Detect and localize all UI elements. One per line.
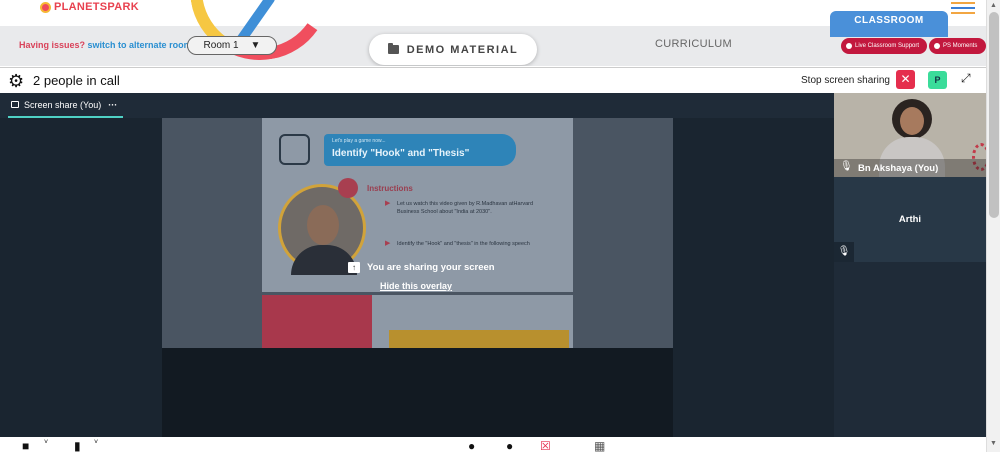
support-icon <box>846 43 852 49</box>
screen-share-icon <box>11 101 19 108</box>
participant-name: Bn Akshaya (You) <box>858 163 939 174</box>
camera-icon[interactable]: ■ <box>22 440 29 452</box>
stop-share-screen-icon[interactable]: ☒ <box>540 440 551 452</box>
top-header: PLANETSPARK Having issues? switch to alt… <box>0 0 1000 66</box>
room-select[interactable]: Room 1 ▼ <box>187 36 277 55</box>
demo-material-button[interactable]: DEMO MATERIAL <box>369 34 537 65</box>
sharing-message: You are sharing your screen <box>367 262 495 273</box>
page-scrollbar[interactable]: ▲ ▼ <box>986 0 1000 452</box>
share-upload-icon: ↑ <box>348 262 360 273</box>
instructions-heading: Instructions <box>367 184 413 193</box>
planetspark-logo[interactable]: PLANETSPARK <box>40 0 139 14</box>
screen-share-tab[interactable]: Screen share (You) ··· <box>8 93 123 118</box>
scroll-up-icon[interactable]: ▲ <box>990 2 997 9</box>
folder-icon <box>387 43 399 54</box>
meeting-area: Screen share (You) ··· Let's play a game… <box>0 93 986 437</box>
issues-label: Having issues? <box>19 40 86 50</box>
instruction-bullet-1: Let us watch this video given by R.Madha… <box>385 200 547 216</box>
bottom-controls: ■ ˅ ▮ ˅ ● ● ☒ ▦ <box>0 437 986 452</box>
participants-icon[interactable]: ● <box>468 440 475 452</box>
hand-icon <box>279 134 310 165</box>
alternate-room-link[interactable]: switch to alternate room <box>88 40 192 50</box>
speaker-portrait <box>278 184 366 275</box>
instruction-bullet-2: Identify the "Hook" and "thesis" in the … <box>385 240 547 248</box>
participant-tile-self[interactable]: 🎙 Bn Akshaya (You) <box>834 93 986 177</box>
slide-title-bubble: Let's play a game now... Identify "Hook"… <box>324 134 516 166</box>
screen-share-lower-area <box>162 348 673 437</box>
fullscreen-icon[interactable]: ⤢ <box>961 71 971 86</box>
call-bar: ⚙ 2 people in call Stop screen sharing ✕… <box>0 67 986 93</box>
demo-material-label: DEMO MATERIAL <box>406 43 519 56</box>
classroom-tab[interactable]: CLASSROOM <box>830 11 948 37</box>
curriculum-tab[interactable]: CURRICULUM <box>655 38 732 50</box>
participant-badge[interactable]: P <box>928 71 947 89</box>
live-support-label: Live Classroom Support <box>855 43 920 49</box>
settings-gear-icon[interactable]: ⚙ <box>8 72 24 90</box>
stop-sharing-label: Stop screen sharing <box>801 75 890 86</box>
microphone-icon[interactable]: 🎙 <box>834 242 854 262</box>
stop-sharing-button[interactable]: ✕ <box>896 70 915 89</box>
scroll-down-icon[interactable]: ▼ <box>990 440 997 447</box>
microphone-icon: 🎙 <box>840 161 853 172</box>
people-count: 2 people in call <box>33 73 120 88</box>
grid-layout-icon[interactable]: ▦ <box>594 440 605 452</box>
hide-overlay-link[interactable]: Hide this overlay <box>380 281 452 291</box>
sharing-overlay: ↑ You are sharing your screen <box>348 262 495 273</box>
next-slide-card <box>389 330 569 348</box>
moments-icon <box>934 43 940 49</box>
participant-tile-arthi[interactable]: Arthi <box>834 177 986 262</box>
microphone-icon[interactable]: ▮ <box>74 440 81 452</box>
chat-icon[interactable]: ● <box>506 440 513 452</box>
participant-name: Arthi <box>898 214 922 225</box>
participant-face <box>900 107 924 135</box>
ps-moments-label: PS Moments <box>943 43 978 49</box>
slide-title: Identify "Hook" and "Thesis" <box>332 148 470 159</box>
ps-moments-button[interactable]: PS Moments <box>929 38 986 54</box>
slide-subtitle: Let's play a game now... <box>332 138 386 144</box>
screen-share-stage: Let's play a game now... Identify "Hook"… <box>0 118 834 437</box>
caret-down-icon: ▼ <box>250 40 261 51</box>
mic-options-chevron-icon[interactable]: ˅ <box>94 439 98 446</box>
logo-text: PLANETSPARK <box>54 1 139 13</box>
camera-options-chevron-icon[interactable]: ˅ <box>44 439 48 446</box>
room-select-value: Room 1 <box>203 40 239 51</box>
scrollbar-thumb[interactable] <box>989 12 999 218</box>
hamburger-menu-icon[interactable] <box>951 2 975 17</box>
next-slide-accent <box>262 295 372 348</box>
screen-share-tab-label: Screen share (You) <box>24 99 102 110</box>
logo-mark-icon <box>40 1 51 13</box>
issues-notice: Having issues? switch to alternate room <box>19 40 192 50</box>
live-classroom-support-button[interactable]: Live Classroom Support <box>841 38 927 54</box>
more-options-icon[interactable]: ··· <box>108 100 117 110</box>
shared-screen: Let's play a game now... Identify "Hook"… <box>162 118 673 348</box>
instructions-gear-icon <box>338 178 358 198</box>
